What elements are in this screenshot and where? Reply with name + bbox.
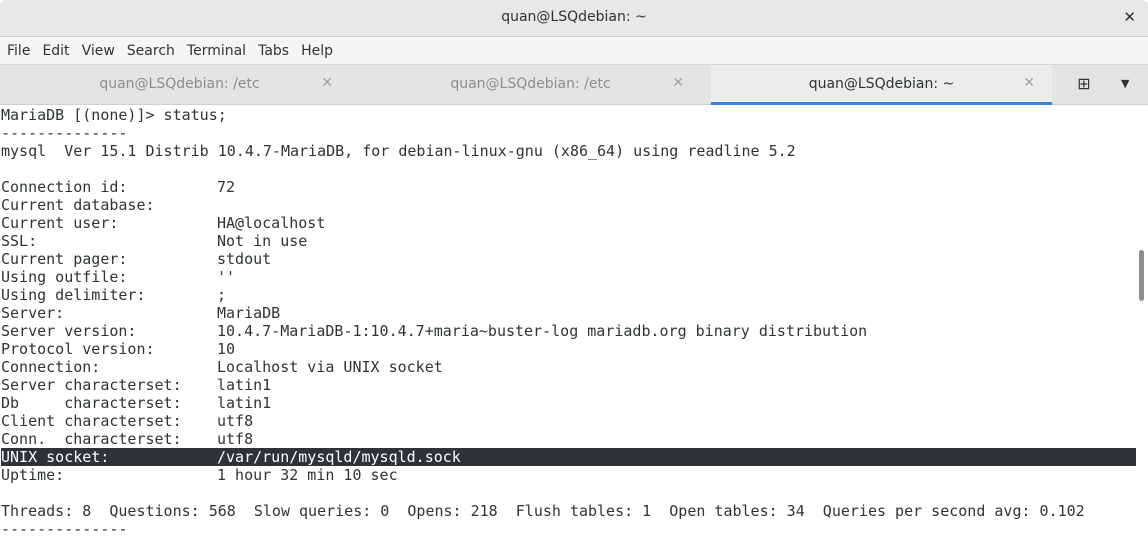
terminal-line: Connection id: 72	[1, 178, 1136, 196]
terminal-line: MariaDB [(none)]> status;	[1, 106, 1136, 124]
line-value: stdout	[217, 250, 272, 268]
line-label: Using outfile:	[1, 268, 128, 286]
line-value: HA@localhost	[217, 214, 326, 232]
menu-tabs[interactable]: Tabs	[258, 43, 289, 59]
line-label: Threads: 8 Questions: 568 Slow queries: …	[1, 502, 1085, 520]
tab-2[interactable]: quan@LSQdebian: /etc ✕	[360, 65, 701, 105]
terminal-line: Current database:	[1, 196, 1136, 214]
line-label: Server version:	[1, 322, 137, 340]
tab-1[interactable]: quan@LSQdebian: /etc ✕	[9, 65, 350, 105]
tab-bar: quan@LSQdebian: /etc ✕ quan@LSQdebian: /e…	[0, 64, 1148, 105]
menu-edit[interactable]: Edit	[42, 43, 69, 59]
line-value: ''	[217, 268, 236, 286]
line-label: Client characterset:	[1, 412, 182, 430]
line-label: SSL:	[1, 232, 38, 250]
line-value: 72	[217, 178, 236, 196]
close-tab-icon[interactable]: ✕	[321, 75, 333, 91]
line-label: --------------	[1, 520, 128, 538]
line-value: 10.4.7-MariaDB-1:10.4.7+maria~buster-log…	[217, 322, 868, 340]
line-label: Connection:	[1, 358, 101, 376]
line-label: Server characterset:	[1, 376, 182, 394]
terminal-line: Client characterset: utf8	[1, 412, 1136, 430]
terminal-line: Connection: Localhost via UNIX socket	[1, 358, 1136, 376]
line-label: Using delimiter:	[1, 286, 146, 304]
title-bar: quan@LSQdebian: ~ ✕	[0, 0, 1148, 37]
terminal-line: UNIX socket: /var/run/mysqld/mysqld.sock	[1, 448, 1136, 466]
line-label: --------------	[1, 124, 128, 142]
line-label: Protocol version:	[1, 340, 155, 358]
terminal-line: Protocol version: 10	[1, 340, 1136, 358]
close-icon[interactable]: ✕	[1123, 8, 1136, 26]
terminal-line: Threads: 8 Questions: 568 Slow queries: …	[1, 502, 1136, 520]
line-label: UNIX socket:	[1, 448, 110, 466]
line-value: utf8	[217, 430, 254, 448]
tab-label: quan@LSQdebian: /etc	[450, 76, 611, 92]
terminal-line: --------------	[1, 520, 1136, 538]
line-value: Not in use	[217, 232, 308, 250]
terminal-line: Current pager: stdout	[1, 250, 1136, 268]
terminal-line: Uptime: 1 hour 32 min 10 sec	[1, 466, 1136, 484]
terminal-output[interactable]: MariaDB [(none)]> status; -------------- m…	[1, 106, 1136, 538]
line-value: latin1	[217, 376, 272, 394]
line-label: Current user:	[1, 214, 119, 232]
menu-view[interactable]: View	[82, 43, 115, 59]
menu-search[interactable]: Search	[127, 43, 175, 59]
close-tab-icon[interactable]: ✕	[672, 75, 684, 91]
line-value: Localhost via UNIX socket	[217, 358, 443, 376]
line-value: 1 hour 32 min 10 sec	[217, 466, 398, 484]
window-title: quan@LSQdebian: ~	[501, 9, 647, 25]
line-label: Db characterset:	[1, 394, 182, 412]
menu-help[interactable]: Help	[301, 43, 333, 59]
line-value: 10	[217, 340, 236, 358]
terminal-line: Using outfile: ''	[1, 268, 1136, 286]
line-value: latin1	[217, 394, 272, 412]
terminal-line: Server version: 10.4.7-MariaDB-1:10.4.7+m…	[1, 322, 1136, 340]
terminal-line: Conn. characterset: utf8	[1, 430, 1136, 448]
new-tab-icon[interactable]: ⊞	[1074, 74, 1094, 94]
line-label: Conn. characterset:	[1, 430, 182, 448]
line-label: Connection id:	[1, 178, 128, 196]
terminal-line: Using delimiter:;	[1, 286, 1136, 304]
menu-file[interactable]: File	[7, 43, 30, 59]
terminal-line: mysql Ver 15.1 Distrib 10.4.7-MariaDB, f…	[1, 142, 1136, 160]
line-label: Current database:	[1, 196, 155, 214]
line-label: Uptime:	[1, 466, 65, 484]
line-value: utf8	[217, 412, 254, 430]
line-value: ;	[217, 286, 227, 304]
scrollbar[interactable]	[1139, 250, 1144, 301]
terminal-line: Server characterset: latin1	[1, 376, 1136, 394]
menu-terminal[interactable]: Terminal	[187, 43, 246, 59]
menu-bar: File Edit View Search Terminal Tabs Help	[0, 37, 1148, 64]
tab-3-active[interactable]: quan@LSQdebian: ~ ✕	[711, 65, 1052, 105]
terminal-line: --------------	[1, 124, 1136, 142]
tab-label: quan@LSQdebian: ~	[808, 76, 955, 92]
terminal-line: Current user: HA@localhost	[1, 214, 1136, 232]
terminal-line: SSL: Not in use	[1, 232, 1136, 250]
line-label: Current pager:	[1, 250, 128, 268]
terminal-line: Db characterset: latin1	[1, 394, 1136, 412]
line-value: MariaDB	[217, 304, 281, 322]
line-value: /var/run/mysqld/mysqld.sock	[217, 448, 461, 466]
tab-label: quan@LSQdebian: /etc	[99, 76, 260, 92]
terminal-line: Server: MariaDB	[1, 304, 1136, 322]
line-label: mysql Ver 15.1 Distrib 10.4.7-MariaDB, f…	[1, 142, 796, 160]
chevron-down-icon[interactable]: ▼	[1121, 77, 1129, 90]
close-tab-icon[interactable]: ✕	[1023, 75, 1035, 91]
line-label: Server:	[1, 304, 65, 322]
line-label: MariaDB [(none)]> status;	[1, 106, 227, 124]
